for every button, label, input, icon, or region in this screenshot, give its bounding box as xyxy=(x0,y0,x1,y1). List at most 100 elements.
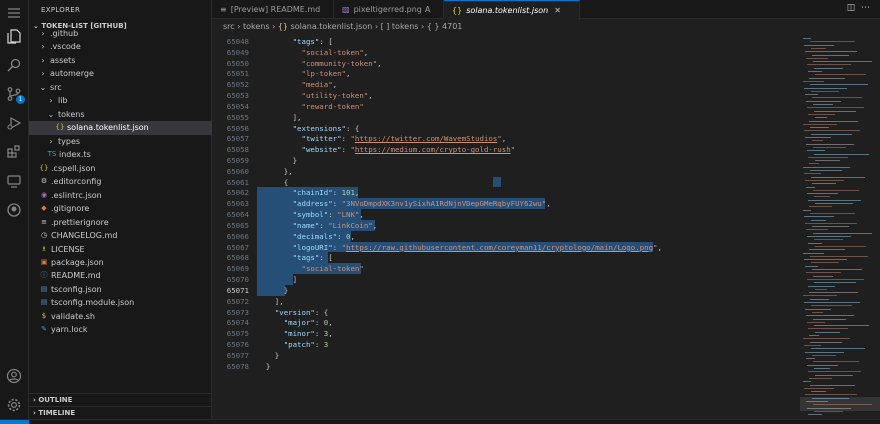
file-type-icon: ◉ xyxy=(40,190,48,199)
file-tree-item[interactable]: ▤ tsconfig.module.json xyxy=(29,296,212,309)
code-line[interactable]: "social-token" xyxy=(257,264,364,273)
code-line[interactable]: ], xyxy=(257,113,302,122)
timeline-section[interactable]: › TIMELINE xyxy=(29,406,212,419)
code-token: "tags" xyxy=(292,253,320,263)
code-line[interactable]: "symbol": "LNK", xyxy=(257,210,364,219)
source-control-icon[interactable]: 1 xyxy=(5,85,25,104)
code-line[interactable]: "logoURI": "https://raw.githubuserconten… xyxy=(257,243,662,252)
breadcrumb-item[interactable]: solana.tokenlist.json xyxy=(291,22,373,31)
file-tree-item[interactable]: ♗ LICENSE xyxy=(29,243,212,256)
file-tree-item[interactable]: › assets xyxy=(29,54,212,67)
code-editor[interactable]: 65048 "tags": [65049 "social-token", 6505… xyxy=(212,34,800,419)
file-tree-item[interactable]: › .github xyxy=(29,27,212,40)
code-line[interactable]: "minor": 3, xyxy=(257,329,333,338)
file-tree-item[interactable]: ⚙ .editorconfig xyxy=(29,175,212,188)
outline-section[interactable]: › OUTLINE xyxy=(29,393,212,406)
search-icon[interactable] xyxy=(5,56,23,74)
minimap-line xyxy=(806,401,828,402)
editor-tab[interactable]: {} solana.tokenlist.json ✕ xyxy=(444,0,580,20)
code-line[interactable]: "address": "3NVoDmpdXK3nv1ySixhA1RdNjnVD… xyxy=(257,199,551,208)
file-tree-item[interactable]: ⌄ tokens xyxy=(29,108,212,121)
code-line[interactable]: "utility-token", xyxy=(257,91,373,100)
code-token: "social-token" xyxy=(301,264,364,274)
file-tree-item[interactable]: ⌄ src xyxy=(29,81,212,94)
line-number: 65067 xyxy=(226,242,249,252)
settings-gear-icon[interactable] xyxy=(5,396,23,414)
code-line[interactable]: "social-token", xyxy=(257,48,369,57)
extensions-icon[interactable] xyxy=(5,143,23,161)
editor-tab[interactable]: ▨ pixeltigerred.png A xyxy=(334,0,444,19)
file-tree-item[interactable]: › types xyxy=(29,135,212,148)
code-line[interactable]: "media", xyxy=(257,80,338,89)
code-line[interactable]: } xyxy=(257,286,288,295)
breadcrumb-item[interactable]: src xyxy=(223,22,235,31)
code-line[interactable]: "lp-token", xyxy=(257,69,351,78)
code-token: , xyxy=(368,91,373,101)
code-line[interactable]: { xyxy=(257,178,288,187)
breadcrumb-item[interactable]: tokens xyxy=(243,22,270,31)
breadcrumb-item[interactable]: [ ] tokens xyxy=(381,22,419,31)
code-line[interactable]: "name": "LinkCoin", xyxy=(257,221,378,230)
minimap-line xyxy=(807,236,851,237)
code-line[interactable]: "major": 0, xyxy=(257,318,333,327)
chevron-right-icon: › xyxy=(41,69,45,79)
split-editor-icon[interactable]: ◫ xyxy=(847,3,856,13)
file-tree-label: yarn.lock xyxy=(51,325,88,335)
code-line[interactable]: "tags": [ xyxy=(257,37,333,46)
account-icon[interactable] xyxy=(5,367,23,385)
file-tree-item[interactable]: ◷ CHANGELOG.md xyxy=(29,229,212,242)
remote-indicator[interactable] xyxy=(0,420,29,424)
explorer-icon[interactable] xyxy=(5,27,23,45)
code-line[interactable]: } xyxy=(257,156,297,165)
remote-explorer-icon[interactable] xyxy=(5,172,23,190)
github-icon[interactable] xyxy=(5,201,23,219)
file-tree-item[interactable]: ◉ .eslintrc.json xyxy=(29,189,212,202)
file-tree-item[interactable]: › lib xyxy=(29,94,212,107)
code-line[interactable]: "decimals": 0, xyxy=(257,232,355,241)
file-tree-item[interactable]: › automerge xyxy=(29,67,212,80)
file-type-icon: ▤ xyxy=(40,298,48,307)
file-tree-item[interactable]: › .vscode xyxy=(29,40,212,53)
file-tree-item[interactable]: ◆ .gitignore xyxy=(29,202,212,215)
code-line[interactable]: "chainId": 101, xyxy=(257,188,360,197)
code-line[interactable]: } xyxy=(257,351,279,360)
file-tree-label: index.ts xyxy=(59,150,91,160)
code-line[interactable]: "patch": 3 xyxy=(257,340,329,349)
breadcrumb-item[interactable]: { } 4701 xyxy=(427,22,463,31)
minimap-line xyxy=(809,120,858,122)
close-icon[interactable]: ✕ xyxy=(554,6,561,15)
code-line[interactable]: } xyxy=(257,362,270,371)
more-actions-icon[interactable]: ⋯ xyxy=(861,3,870,13)
minimap-line xyxy=(812,354,836,356)
code-line[interactable]: "tags": [ xyxy=(257,253,333,262)
minimap[interactable] xyxy=(800,34,880,419)
code-line[interactable]: ] xyxy=(257,275,297,284)
file-tree-item[interactable]: TS index.ts xyxy=(29,148,212,161)
file-tree-item[interactable]: {} .cspell.json xyxy=(29,162,212,175)
menu-icon[interactable] xyxy=(5,4,23,22)
file-tree-item[interactable]: ≡ .prettierignore xyxy=(29,216,212,229)
file-tree-item[interactable]: ▣ package.json xyxy=(29,256,212,269)
code-line[interactable]: "community-token", xyxy=(257,59,382,68)
code-line[interactable]: "twitter": "https://twitter.com/WavemStu… xyxy=(257,134,507,143)
file-tree-item[interactable]: ▤ tsconfig.json xyxy=(29,283,212,296)
minimap-line xyxy=(809,249,845,251)
code-line[interactable]: ], xyxy=(257,297,284,306)
explorer-sidebar: EXPLORER ⌄ TOKEN-LIST [GITHUB] › .github ›… xyxy=(29,0,212,424)
code-line[interactable]: "website": "https://medium.com/crypto-go… xyxy=(257,145,516,154)
code-line[interactable]: "extensions": { xyxy=(257,124,360,133)
run-debug-icon[interactable] xyxy=(5,114,23,132)
file-tree-item[interactable]: {} solana.tokenlist.json xyxy=(29,121,212,135)
minimap-line xyxy=(815,331,840,333)
file-tree-item[interactable]: ⓘ README.md xyxy=(29,269,212,282)
code-line[interactable]: "reward-token" xyxy=(257,102,364,111)
file-tree-item[interactable]: ✎ yarn.lock xyxy=(29,323,212,336)
minimap-line xyxy=(807,321,825,323)
code-line[interactable]: }, xyxy=(257,167,293,176)
code-line[interactable]: "version": { xyxy=(257,308,328,317)
file-tree-item[interactable]: $ validate.sh xyxy=(29,310,212,323)
editor-tab[interactable]: ≡ [Preview] README.md xyxy=(212,0,334,19)
